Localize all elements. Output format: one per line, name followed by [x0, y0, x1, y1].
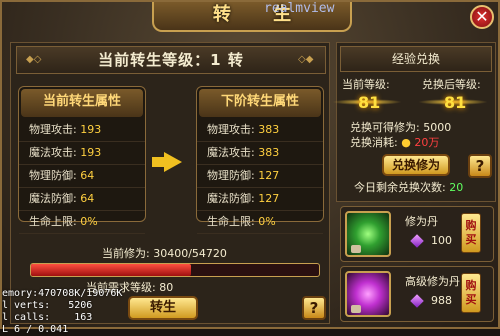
attr-row: 物理攻击: 193 [19, 119, 145, 142]
attr-row: 生命上限: 0% [197, 211, 323, 234]
rebirth-level-header: 当前转生等级：1 转 [16, 46, 326, 74]
attr-name: 物理防御: [29, 169, 77, 182]
exchange-title: 经验兑换 [340, 46, 492, 72]
after-level-label: 兑换后等级: [422, 78, 481, 91]
gain-value: 5000 [423, 121, 452, 134]
item-price: 100 [431, 234, 452, 247]
rebirth-button-label: 转生 [149, 300, 176, 315]
gem-icon [410, 294, 424, 308]
item-name: 修为丹 [405, 215, 438, 228]
arrow-right-icon [152, 157, 164, 167]
attr-name: 生命上限: [207, 215, 255, 228]
exchange-cost-text: 兑换消耗: ● 20万 [350, 134, 439, 150]
next-attributes-title: 下阶转生属性 [199, 89, 321, 117]
exchange-button[interactable]: 兑换修为 [382, 154, 450, 176]
green-orb-icon [345, 211, 391, 257]
watermark-text: realmview [264, 1, 335, 16]
attr-value: 127 [258, 192, 280, 205]
attr-value: 64 [80, 192, 95, 205]
remaining-label: 今日剩余兑换次数: [354, 181, 446, 194]
attr-row: 物理防御: 64 [19, 165, 145, 188]
attr-value: 0% [80, 215, 98, 228]
current-attributes-title: 当前转生属性 [21, 89, 143, 117]
attr-name: 物理攻击: [29, 123, 77, 136]
attr-row: 魔法攻击: 193 [19, 142, 145, 165]
attr-name: 魔法防御: [207, 192, 255, 205]
close-icon: ✕ [475, 7, 489, 26]
debug-verts: l verts: 5206 [2, 300, 93, 311]
remaining-value: 20 [449, 181, 464, 194]
current-level-value: 81 [358, 93, 381, 112]
coin-icon: ● [401, 136, 411, 149]
attr-value: 64 [80, 169, 95, 182]
exchange-button-label: 兑换修为 [391, 158, 440, 172]
attr-name: 物理攻击: [207, 123, 255, 136]
attr-name: 魔法攻击: [29, 146, 77, 159]
progress-fill [31, 264, 191, 276]
attr-value: 193 [80, 146, 102, 159]
item-card: 修为丹 100 购买 [340, 206, 494, 262]
help-icon: ? [309, 299, 319, 317]
attr-row: 魔法攻击: 383 [197, 142, 323, 165]
purple-orb-icon [345, 271, 391, 317]
current-attributes-box: 当前转生属性 物理攻击: 193 魔法攻击: 193 物理防御: 64 魔法防御… [18, 86, 146, 234]
attr-row: 魔法防御: 64 [19, 188, 145, 211]
ornament-icon: ◆◇ [26, 54, 42, 65]
attr-row: 魔法防御: 127 [197, 188, 323, 211]
buy-button[interactable]: 购买 [461, 213, 481, 253]
lock-icon [351, 245, 361, 253]
help-icon: ? [475, 157, 485, 175]
exchange-help-button[interactable]: ? [468, 154, 492, 178]
cost-label: 兑换消耗: [350, 136, 398, 149]
attr-value: 383 [258, 123, 280, 136]
after-level-value: 81 [444, 93, 467, 112]
rebirth-button[interactable]: 转生 [128, 296, 198, 320]
attr-value: 127 [258, 169, 280, 182]
ornament-icon: ◇◆ [298, 54, 314, 65]
current-level-label: 当前等级: [342, 78, 390, 91]
close-button[interactable]: ✕ [470, 5, 494, 29]
gain-label: 兑换可得修为: [350, 121, 420, 134]
debug-memory: emory:470708K/19076K [2, 288, 123, 299]
attr-value: 193 [80, 123, 102, 136]
attr-name: 生命上限: [29, 215, 77, 228]
attr-value: 383 [258, 146, 280, 159]
attr-name: 魔法防御: [29, 192, 77, 205]
lock-icon [351, 305, 361, 313]
arrow-right-icon [164, 152, 182, 172]
attr-row: 生命上限: 0% [19, 211, 145, 234]
buy-button[interactable]: 购买 [461, 273, 481, 313]
exchange-gain-text: 兑换可得修为: 5000 [350, 119, 451, 135]
attr-name: 魔法攻击: [207, 146, 255, 159]
item-card: 高级修为丹 988 购买 [340, 266, 494, 322]
next-attributes-box: 下阶转生属性 物理攻击: 383 魔法攻击: 383 物理防御: 127 魔法防… [196, 86, 324, 234]
help-button[interactable]: ? [302, 296, 326, 320]
cultivation-text: 当前修为: 30400/54720 [102, 247, 227, 260]
remaining-text: 今日剩余兑换次数: 20 [354, 179, 463, 195]
attr-value: 0% [258, 215, 276, 228]
debug-calls: l calls: 163 [2, 312, 93, 323]
attr-name: 物理防御: [207, 169, 255, 182]
attr-row: 物理攻击: 383 [197, 119, 323, 142]
gem-icon [410, 234, 424, 248]
cost-value: 20万 [414, 136, 440, 149]
item-price: 988 [431, 294, 452, 307]
rebirth-window: 转 生 realmview ✕ 当前转生等级：1 转 ◆◇ ◇◆ 当前转生属性 … [0, 0, 500, 335]
item-name: 高级修为丹 [405, 275, 460, 288]
debug-fps: L 6 / 0.041 [2, 324, 69, 335]
cultivation-progress-bar [30, 263, 320, 277]
attr-row: 物理防御: 127 [197, 165, 323, 188]
